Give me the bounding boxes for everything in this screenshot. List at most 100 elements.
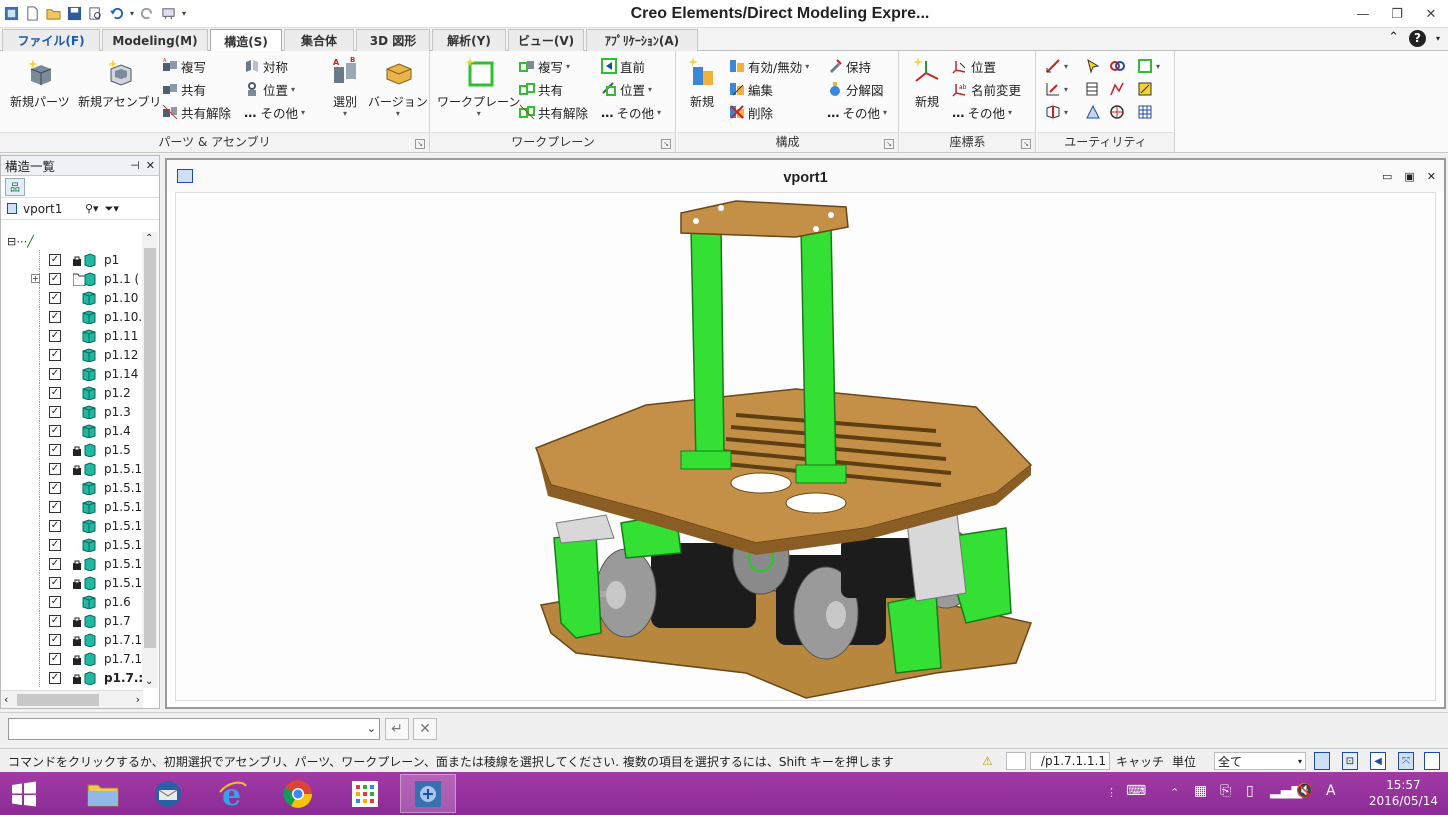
chrome-button[interactable] xyxy=(270,774,326,813)
command-cancel-button[interactable]: ✕ xyxy=(413,718,437,740)
collapse-ribbon-icon[interactable]: ⌃ xyxy=(1388,30,1399,47)
model-canvas[interactable] xyxy=(175,192,1436,701)
config-other-button[interactable]: … その他 ▾ xyxy=(827,102,887,122)
tab-application[interactable]: ｱﾌﾟﾘｹｰｼｮﾝ(A) xyxy=(586,29,698,51)
view-mode-icon[interactable] xyxy=(1424,752,1440,770)
selection-filter[interactable]: 全て ▾ xyxy=(1214,752,1306,770)
tree-row[interactable]: ✓ p1.7.1 xyxy=(1,649,143,668)
viewport-maximize-button[interactable]: ▣ xyxy=(1404,170,1414,183)
tree-view-icon[interactable]: 品 xyxy=(5,177,25,196)
tray-app-icon[interactable]: ▦ xyxy=(1194,783,1207,799)
version-button[interactable]: バージョン ▾ xyxy=(368,57,428,118)
tree-row[interactable]: ✓ p1.6 xyxy=(1,592,143,611)
coord-new-button[interactable]: 新規 xyxy=(912,57,942,110)
taskbar-clock[interactable]: 15:57 2016/05/14 xyxy=(1369,777,1438,809)
tree-row[interactable]: ✓ p1.14 xyxy=(1,364,143,383)
utility-sketch-button[interactable] xyxy=(1109,79,1125,99)
tree-vertical-scrollbar[interactable]: ⌃ ⌄ xyxy=(142,232,158,688)
utility-section-button[interactable]: ▾ xyxy=(1045,102,1068,122)
qat-dropdown-icon[interactable]: ▾ xyxy=(180,4,188,23)
new-part-button[interactable]: 新規パーツ xyxy=(10,57,70,110)
touch-keyboard-icon[interactable]: ⌨ xyxy=(1126,783,1146,799)
tree-row[interactable]: ✓ p1.11 xyxy=(1,326,143,345)
print-preview-icon[interactable] xyxy=(86,4,105,23)
new-assembly-button[interactable]: 新規アセンブリ xyxy=(78,57,161,110)
open-icon[interactable] xyxy=(44,4,63,23)
visibility-checkbox[interactable]: ✓ xyxy=(49,443,61,456)
toggle-button[interactable]: 有効/無効 ▾ xyxy=(729,56,809,76)
explode-button[interactable]: 分解図 xyxy=(827,79,884,99)
visibility-checkbox[interactable]: ✓ xyxy=(49,481,61,494)
visibility-checkbox[interactable]: ✓ xyxy=(49,424,61,437)
restore-button[interactable]: ❐ xyxy=(1380,0,1414,28)
close-button[interactable]: ✕ xyxy=(1414,0,1448,28)
visibility-checkbox[interactable]: ✓ xyxy=(49,519,61,532)
visibility-checkbox[interactable]: ✓ xyxy=(49,272,61,285)
wp-unshare-button[interactable]: 共有解除 xyxy=(519,102,588,122)
viewport-layout-icon[interactable] xyxy=(1314,752,1330,770)
tree-row[interactable]: ✓ p1.5.1 xyxy=(1,497,143,516)
wp-other-button[interactable]: … その他 ▾ xyxy=(601,102,661,122)
visibility-checkbox[interactable]: ✓ xyxy=(49,614,61,627)
tree-row[interactable]: ✓ p1.10. xyxy=(1,307,143,326)
thunderbird-button[interactable] xyxy=(140,774,196,813)
utility-edit-button[interactable] xyxy=(1137,79,1153,99)
coord-position-button[interactable]: 位置 xyxy=(952,56,996,76)
wp-copy-button[interactable]: 複写 ▾ xyxy=(519,56,570,76)
find-icon[interactable]: ⚲▾ xyxy=(85,202,99,215)
tree-scroll-thumb[interactable] xyxy=(144,248,156,648)
tree-row[interactable]: ✓ p1.5.1 xyxy=(1,459,143,478)
position-button[interactable]: 位置 ▾ xyxy=(244,79,295,99)
file-explorer-button[interactable] xyxy=(75,774,131,813)
help-dropdown-icon[interactable]: ▾ xyxy=(1436,30,1440,47)
expand-toggle-icon[interactable]: + xyxy=(31,274,40,283)
utility-table-button[interactable] xyxy=(1085,79,1101,99)
tree-row[interactable]: ✓ p1.4 xyxy=(1,421,143,440)
zoom-fit-icon[interactable]: ⊡ xyxy=(1342,752,1358,770)
start-button[interactable] xyxy=(0,774,48,813)
tree-hscroll-thumb[interactable] xyxy=(17,694,99,706)
tree-row[interactable]: ✓ p1.10 xyxy=(1,288,143,307)
visibility-checkbox[interactable]: ✓ xyxy=(49,595,61,608)
delete-button[interactable]: 削除 xyxy=(729,102,773,122)
group-launcher-icon[interactable]: ↘ xyxy=(661,139,671,149)
group-launcher-icon[interactable]: ↘ xyxy=(884,139,894,149)
command-input[interactable]: ⌄ xyxy=(8,718,380,740)
tab-file[interactable]: ファイル(F) xyxy=(2,29,100,51)
tray-clipboard-icon[interactable]: ⎘ xyxy=(1220,783,1231,799)
visibility-checkbox[interactable]: ✓ xyxy=(49,310,61,323)
redo-icon[interactable] xyxy=(138,4,157,23)
tree-row[interactable]: + ✓ p1.1 ( xyxy=(1,269,143,288)
visibility-checkbox[interactable]: ✓ xyxy=(49,348,61,361)
utility-dim-button[interactable]: ▾ xyxy=(1045,79,1068,99)
tree-row[interactable]: ✓ p1.7.1 xyxy=(1,630,143,649)
workplane-button[interactable]: ワークプレーン ▾ xyxy=(437,57,520,118)
visibility-checkbox[interactable]: ✓ xyxy=(49,253,61,266)
internet-explorer-button[interactable]: e xyxy=(205,774,261,813)
visibility-checkbox[interactable]: ✓ xyxy=(49,652,61,665)
viewport-close-button[interactable]: ✕ xyxy=(1427,170,1436,183)
rename-button[interactable]: ab 名前変更 xyxy=(952,79,1021,99)
units-button[interactable]: 単位 xyxy=(1172,752,1196,770)
share-button[interactable]: 共有 xyxy=(162,79,206,99)
tree-row[interactable]: ✓ p1.3 xyxy=(1,402,143,421)
tree-row[interactable]: ✓ p1.5 xyxy=(1,440,143,459)
panel-close-icon[interactable]: ✕ xyxy=(146,159,155,172)
utility-grid-button[interactable] xyxy=(1137,102,1153,122)
visibility-checkbox[interactable]: ✓ xyxy=(49,462,61,475)
command-dropdown-icon[interactable]: ⌄ xyxy=(367,722,376,735)
app-icon[interactable] xyxy=(2,4,21,23)
utility-line-button[interactable]: ▾ xyxy=(1045,56,1068,76)
wp-share-button[interactable]: 共有 xyxy=(519,79,563,99)
ime-indicator[interactable]: A xyxy=(1326,783,1336,799)
utility-mass-button[interactable] xyxy=(1085,102,1101,122)
select-button[interactable]: AB 選別 ▾ xyxy=(330,57,360,118)
tree-row[interactable]: ✓ p1.5.1 xyxy=(1,535,143,554)
visibility-checkbox[interactable]: ✓ xyxy=(49,576,61,589)
tab-analysis[interactable]: 解析(Y) xyxy=(432,29,506,51)
parts-other-button[interactable]: … その他 ▾ xyxy=(244,102,305,122)
utility-analysis-button[interactable] xyxy=(1109,102,1125,122)
dropdown-icon[interactable]: ▾ xyxy=(128,4,136,23)
command-enter-button[interactable]: ↵ xyxy=(385,718,409,740)
tab-assembly[interactable]: 集合体 xyxy=(284,29,354,51)
